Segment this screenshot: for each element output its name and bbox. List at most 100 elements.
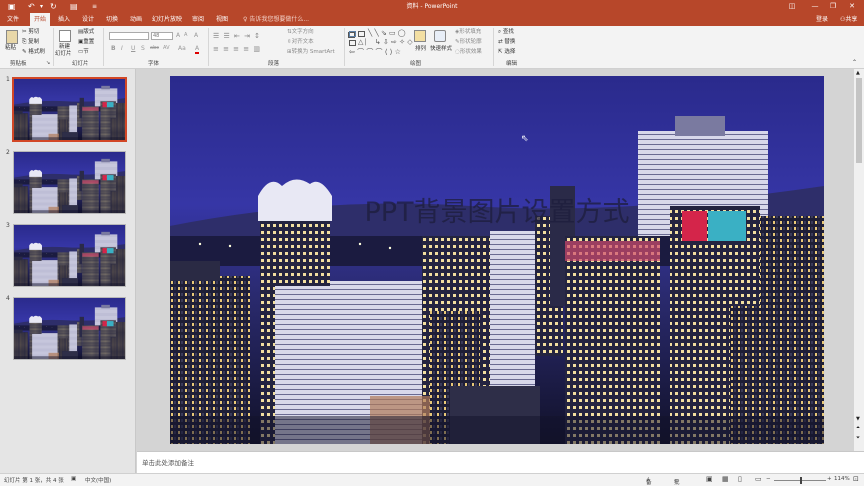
clear-formatting-icon[interactable]: A bbox=[194, 32, 198, 39]
shape-row3-icons[interactable]: ⇦ ⌒ ⌒ ⌒ ⟨ ⟩ ☆ bbox=[349, 47, 401, 57]
section-label: 节 bbox=[83, 49, 89, 55]
format-painter-button[interactable]: ✎ 格式刷 bbox=[22, 49, 45, 56]
collapse-ribbon-icon[interactable]: ⌃ bbox=[852, 59, 857, 66]
slideshow-view-icon[interactable]: ▭ bbox=[755, 475, 762, 483]
change-case-button[interactable]: Aa bbox=[178, 45, 186, 52]
scrollbar-thumb[interactable] bbox=[856, 78, 862, 163]
next-slide-icon[interactable]: ⏷ bbox=[856, 435, 860, 441]
current-slide[interactable]: PPT背景图片设置方式 ⇖ bbox=[170, 76, 824, 444]
zoom-out-icon[interactable]: − bbox=[766, 476, 771, 482]
align-icons[interactable]: ≡ ≡ ≡ ≡ ▥ bbox=[213, 45, 261, 53]
shape-rectangle[interactable] bbox=[349, 40, 356, 46]
tab-view[interactable]: 视图 bbox=[213, 13, 231, 26]
shape-line-icons[interactable]: ╲ ╲ ⇘ ▭ ◯ bbox=[368, 29, 406, 37]
previous-slide-icon[interactable]: ⏶ bbox=[856, 425, 860, 431]
mouse-cursor-icon: ⇖ bbox=[521, 134, 529, 144]
italic-button[interactable]: I bbox=[121, 45, 123, 52]
grow-font-icon[interactable]: A bbox=[176, 32, 180, 39]
normal-view-icon[interactable]: ▣ bbox=[706, 475, 713, 483]
zoom-in-icon[interactable]: + bbox=[827, 476, 832, 482]
tell-me-input[interactable]: 告诉我您想要做什么... bbox=[249, 16, 309, 23]
arrange-icon[interactable] bbox=[414, 30, 426, 42]
shape-row2-icons[interactable]: △ ⎸ ↳ ⇩ ⇨ ✧ ◇ bbox=[358, 38, 413, 47]
bold-button[interactable]: B bbox=[111, 45, 116, 52]
share-button[interactable]: ⚇共享 bbox=[840, 13, 857, 26]
slide-thumbnail[interactable] bbox=[12, 77, 127, 142]
paste-icon[interactable] bbox=[6, 30, 18, 44]
text-direction-button[interactable]: ⇅文字方向 bbox=[287, 29, 314, 36]
restore-icon[interactable]: ❐ bbox=[823, 0, 843, 13]
shape-vertical-textbox[interactable] bbox=[358, 31, 365, 37]
slide-thumbnail[interactable] bbox=[13, 297, 126, 360]
zoom-slider-thumb[interactable] bbox=[800, 477, 802, 484]
tab-file[interactable]: 文件 bbox=[4, 13, 22, 26]
tab-animations[interactable]: 动画 bbox=[127, 13, 145, 26]
format-painter-label: 格式刷 bbox=[28, 49, 45, 55]
slide-thumbnail-image bbox=[14, 298, 125, 359]
login-link[interactable]: 登录 bbox=[816, 13, 828, 26]
font-size-combo[interactable]: 48 bbox=[151, 32, 173, 40]
slide-thumbnail[interactable] bbox=[13, 151, 126, 214]
tab-design[interactable]: 设计 bbox=[79, 13, 97, 26]
zoom-level[interactable]: 114% bbox=[834, 476, 850, 482]
slide-sorter-icon[interactable]: ▦ bbox=[722, 475, 729, 483]
fit-slide-icon[interactable]: ⊡ bbox=[853, 475, 859, 483]
tab-transitions[interactable]: 切换 bbox=[103, 13, 121, 26]
bullets-icon[interactable]: ☰ ☰ ⇤ ⇥ ↕ bbox=[213, 32, 261, 40]
language-status[interactable]: 中文(中国) bbox=[85, 476, 111, 484]
shape-outline-button[interactable]: ✎形状轮廓 bbox=[455, 39, 482, 46]
cut-button[interactable]: ✂ 剪切 bbox=[22, 29, 39, 36]
close-icon[interactable]: ✕ bbox=[842, 0, 862, 13]
replace-button[interactable]: ⇄ 替换 bbox=[498, 39, 515, 46]
find-button[interactable]: ⌕ 查找 bbox=[498, 29, 514, 36]
minimize-icon[interactable]: — bbox=[805, 0, 825, 13]
shadow-button[interactable]: S bbox=[141, 45, 145, 52]
shape-textbox[interactable] bbox=[349, 31, 356, 37]
char-spacing-button[interactable]: AV bbox=[163, 45, 170, 51]
tell-me-box[interactable]: ♀ 告诉我您想要做什么... bbox=[243, 13, 309, 26]
shape-fill-label: 形状填充 bbox=[459, 29, 482, 35]
arrange-button[interactable]: 排列 bbox=[415, 46, 426, 53]
font-name-combo[interactable] bbox=[109, 32, 149, 40]
tab-home[interactable]: 开始 bbox=[30, 13, 50, 26]
shape-fill-button[interactable]: ◈形状填充 bbox=[455, 29, 481, 36]
quick-styles-icon[interactable] bbox=[434, 30, 446, 42]
spellcheck-icon[interactable]: ▣ bbox=[71, 476, 76, 482]
shape-effects-button[interactable]: ◌形状效果 bbox=[455, 49, 482, 56]
text-direction-label: 文字方向 bbox=[291, 29, 314, 35]
section-button[interactable]: ▭节 bbox=[78, 49, 89, 56]
font-color-button[interactable]: A bbox=[195, 45, 200, 54]
slide-number: 2 bbox=[6, 149, 10, 156]
notes-pane[interactable]: 单击此处添加备注 bbox=[137, 451, 864, 473]
align-text-button[interactable]: ⇳对齐文本 bbox=[287, 39, 314, 46]
tab-slideshow[interactable]: 幻灯片放映 bbox=[151, 13, 183, 26]
window-title: 資料 - PowerPoint bbox=[406, 3, 458, 10]
tab-insert[interactable]: 插入 bbox=[55, 13, 73, 26]
layout-label: 版式 bbox=[83, 29, 95, 35]
underline-button[interactable]: U bbox=[131, 45, 135, 52]
smartart-label: 转换为 SmartArt bbox=[291, 49, 335, 55]
vertical-scrollbar[interactable]: ▲ ▼ ⏶ ⏷ bbox=[854, 69, 864, 451]
reset-label: 重置 bbox=[83, 39, 95, 45]
reading-view-icon[interactable]: ▯ bbox=[738, 475, 742, 483]
shrink-font-icon[interactable]: A bbox=[184, 32, 187, 38]
reset-button[interactable]: ▣重置 bbox=[78, 39, 94, 46]
notes-placeholder[interactable]: 单击此处添加备注 bbox=[142, 457, 194, 467]
scroll-up-icon[interactable]: ▲ bbox=[856, 70, 860, 76]
smartart-button[interactable]: ⊞转换为 SmartArt bbox=[287, 49, 335, 56]
tab-review[interactable]: 审阅 bbox=[189, 13, 207, 26]
paste-button[interactable]: 粘贴 bbox=[5, 45, 16, 52]
new-slide-icon[interactable] bbox=[59, 30, 71, 42]
scroll-down-icon[interactable]: ▼ bbox=[856, 416, 860, 422]
select-button[interactable]: ⇱ 选择 bbox=[498, 49, 515, 56]
strikethrough-button[interactable]: abc bbox=[150, 45, 159, 51]
ribbon-display-icon[interactable]: ◫ bbox=[782, 0, 802, 13]
slide-title-placeholder[interactable]: PPT背景图片设置方式 bbox=[170, 190, 824, 229]
clipboard-launcher-icon[interactable]: ↘ bbox=[46, 60, 50, 66]
quick-styles-button[interactable]: 快速样式 bbox=[430, 46, 452, 53]
copy-button[interactable]: ⎘ 复制 bbox=[22, 39, 39, 46]
new-slide-button[interactable]: 新建 bbox=[59, 44, 70, 51]
layout-button[interactable]: ▤版式 bbox=[78, 29, 94, 36]
slide-thumbnail[interactable] bbox=[13, 224, 126, 287]
paragraph-group-label: 段落 bbox=[268, 61, 280, 67]
